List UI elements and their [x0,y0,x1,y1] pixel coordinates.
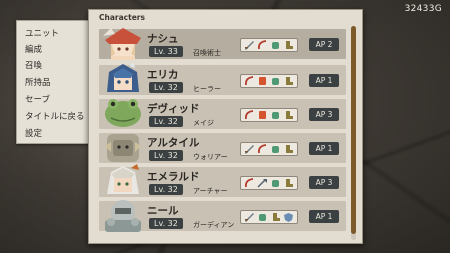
character-row-altair[interactable]: アルタイル Lv. 32 ウォリアー AP 1 [99,133,346,163]
shield-icon [259,111,266,119]
menu-item-inventory[interactable]: 所持品 [25,76,51,88]
equipment-slots[interactable] [240,210,298,224]
boot-icon [273,213,280,221]
sword-icon [245,41,254,50]
character-name: エリカ [147,69,179,81]
character-class: 召喚術士 [193,49,221,57]
character-portrait [107,164,139,194]
character-class: ウォリアー [193,153,228,161]
glove-icon [272,146,279,153]
arrow-icon [257,179,267,188]
characters-panel: Characters ナシュ Lv. 33 召喚術士 AP 2 エリカ Lv. … [88,9,363,244]
character-class: アーチャー [193,187,228,195]
bow-icon [257,144,267,154]
glove-icon [272,112,279,119]
character-class: メイジ [193,119,214,127]
sword-icon [245,145,254,154]
staff-icon [244,76,254,86]
staff-icon [244,110,254,120]
character-level: Lv. 32 [149,116,183,127]
scrollbar-thumb[interactable] [351,26,356,234]
character-level: Lv. 32 [149,82,183,93]
glove-icon [272,42,279,49]
equipment-slots[interactable] [240,176,298,190]
boot-icon [286,77,293,85]
character-name: アルタイル [147,137,200,149]
scrollbar[interactable] [351,26,356,240]
character-portrait [105,200,141,232]
menu-item-units[interactable]: ユニット [25,27,59,39]
equipment-slots[interactable] [240,38,298,52]
character-name: エメラルド [147,171,200,183]
shield-icon [259,77,266,85]
character-level: Lv. 32 [149,150,183,161]
bow-icon [244,178,254,188]
glove-icon [259,214,266,221]
character-row-david[interactable]: デヴィッド Lv. 32 メイジ AP 3 [99,99,346,129]
boot-icon [286,41,293,49]
character-name: デヴィッド [147,103,200,115]
menu-item-save[interactable]: セーブ [25,93,50,105]
bow-icon [257,40,267,50]
character-portrait [105,134,141,162]
menu-item-summon[interactable]: 召喚 [25,59,42,71]
character-portrait [107,63,139,92]
boot-icon [286,179,293,187]
boot-icon [286,111,293,119]
character-level: Lv. 33 [149,46,183,57]
character-portrait [103,28,141,60]
character-name: ニール [147,205,179,217]
glove-icon [272,180,279,187]
menu-item-formation[interactable]: 編成 [25,43,42,55]
equipment-slots[interactable] [240,74,298,88]
ap-badge: AP 1 [309,142,339,155]
shield-icon [284,213,293,222]
menu-item-return-title[interactable]: タイトルに戻る [25,110,85,122]
ap-badge: AP 3 [309,176,339,189]
boot-icon [286,145,293,153]
character-name: ナシュ [147,33,179,45]
character-class: ガーディアン [193,221,235,229]
ap-badge: AP 1 [309,74,339,87]
character-row-emerald[interactable]: エメラルド Lv. 32 アーチャー AP 3 [99,164,346,197]
equipment-slots[interactable] [240,142,298,156]
ap-badge: AP 2 [309,38,339,51]
equipment-slots[interactable] [240,108,298,122]
character-class: ヒーラー [193,85,221,93]
glove-icon [272,78,279,85]
character-level: Lv. 32 [149,184,183,195]
character-portrait [105,99,141,127]
menu-item-settings[interactable]: 設定 [25,127,42,139]
gold-amount: 32433G [404,4,442,14]
ap-badge: AP 3 [309,108,339,121]
ap-badge: AP 1 [309,210,339,223]
panel-title: Characters [99,13,145,22]
sword-icon [245,213,254,222]
character-row-neil[interactable]: ニール Lv. 32 ガーディアン AP 1 [99,200,346,232]
character-level: Lv. 32 [149,218,183,229]
character-row-nash[interactable]: ナシュ Lv. 33 召喚術士 AP 2 [99,28,346,60]
character-row-erika[interactable]: エリカ Lv. 32 ヒーラー AP 1 [99,63,346,95]
